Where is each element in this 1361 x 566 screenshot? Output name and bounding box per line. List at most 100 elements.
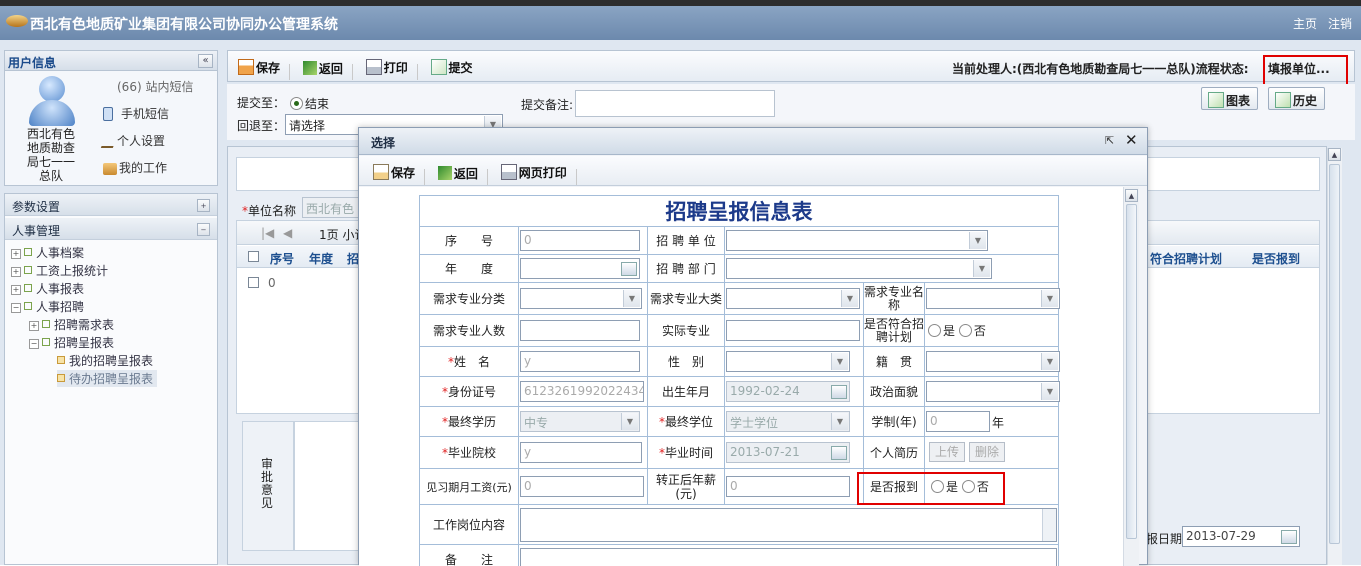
calendar-icon — [1281, 530, 1297, 544]
user-panel: 用户信息 « 西北有色地质勘查局七一一总队 (66) 站内短信 手机短信 个人设… — [4, 50, 218, 186]
tree-hr-reports[interactable]: + 人事报表 — [11, 280, 84, 297]
education-select[interactable]: 中专 ▼ — [520, 411, 640, 432]
fit-plan-no-radio[interactable]: 否 — [958, 324, 986, 338]
save-button[interactable]: 保存 — [238, 58, 280, 76]
calendar-icon — [831, 446, 847, 460]
recruit-dept-select[interactable]: ▼ — [726, 258, 992, 279]
sms-count-link[interactable]: (66) 站内短信 — [117, 78, 193, 95]
upload-button[interactable]: 上传 — [929, 442, 965, 462]
major-category-select[interactable]: ▼ — [520, 288, 642, 309]
name-input[interactable]: y — [520, 351, 640, 372]
node-icon — [42, 320, 50, 328]
history-button[interactable]: 历史 — [1268, 87, 1325, 110]
unit-name-input[interactable]: 西北有色 — [302, 197, 362, 218]
leaf-icon — [57, 356, 65, 364]
popout-icon[interactable]: ⇱ — [1105, 134, 1114, 147]
tree-recruit-demand[interactable]: + 招聘需求表 — [29, 316, 114, 333]
save-icon — [373, 164, 389, 180]
form-title: 招聘呈报信息表 — [419, 195, 1059, 227]
node-icon — [42, 338, 50, 346]
print-button[interactable]: 打印 — [365, 58, 408, 76]
actual-major-input[interactable] — [726, 320, 860, 341]
chart-icon — [1208, 92, 1224, 108]
prev-page-icon[interactable]: ◀ — [283, 226, 292, 240]
regular-wage-input[interactable]: 0 — [726, 476, 850, 497]
app-header: 西北有色地质矿业集团有限公司协同办公管理系统 主页 注销 — [0, 6, 1361, 40]
dialog-title: 选择 — [371, 136, 396, 150]
back-button[interactable]: 返回 — [302, 59, 343, 77]
scroll-up-icon[interactable]: ▲ — [1328, 148, 1341, 161]
history-icon — [1275, 92, 1291, 108]
chevron-down-icon: ▼ — [621, 413, 638, 430]
year-input[interactable] — [520, 258, 640, 279]
id-number-input[interactable]: 612326199202243425 — [520, 381, 644, 402]
user-work-icon — [103, 163, 117, 175]
dialog-scrollbar[interactable]: ▲ — [1123, 187, 1139, 566]
recruit-unit-select[interactable]: ▼ — [726, 230, 988, 251]
hr-section-header[interactable]: 人事管理 − — [5, 218, 217, 240]
delete-button[interactable]: 删除 — [969, 442, 1005, 462]
report-date-input[interactable]: 2013-07-29 — [1182, 526, 1300, 547]
tree-hr-archive[interactable]: + 人事档案 — [11, 244, 84, 261]
graduation-date-input[interactable]: 2013-07-21 — [726, 442, 850, 463]
submit-button[interactable]: 提交 — [430, 58, 473, 76]
seq-input[interactable]: 0 — [520, 230, 640, 251]
first-page-icon[interactable]: |◀ — [261, 226, 274, 240]
personal-settings-link[interactable]: 个人设置 — [100, 132, 165, 149]
tree-todo-recruit-report[interactable]: 待办招聘呈报表 — [57, 370, 158, 387]
major-name-select[interactable]: ▼ — [926, 288, 1060, 309]
scroll-up-icon[interactable]: ▲ — [1125, 189, 1138, 202]
birth-date-input[interactable]: 1992-02-24 — [726, 381, 850, 402]
node-icon — [24, 266, 32, 274]
tree-hr-recruit[interactable]: − 人事招聘 — [11, 298, 84, 315]
reported-highlight — [857, 472, 1005, 505]
submit-note-input[interactable] — [575, 90, 775, 117]
submit-to-end-radio[interactable]: 结束 — [290, 95, 329, 112]
handler-text: 当前处理人:(西北有色地质勘查局七一一总队)流程状态: — [952, 62, 1249, 76]
degree-select[interactable]: 学士学位 ▼ — [726, 411, 850, 432]
chevron-down-icon: ▼ — [831, 413, 848, 430]
need-count-input[interactable] — [520, 320, 640, 341]
chart-button[interactable]: 图表 — [1201, 87, 1258, 110]
dialog-back-button[interactable]: 返回 — [437, 164, 478, 182]
params-section-header[interactable]: 参数设置 + — [5, 194, 217, 216]
job-content-textarea[interactable] — [520, 508, 1057, 542]
logout-link[interactable]: 注销 — [1328, 15, 1352, 32]
dialog-titlebar: 选择 ⇱ ✕ — [359, 128, 1147, 155]
dialog-print-button[interactable]: 网页打印 — [500, 163, 567, 181]
chevron-down-icon: ▼ — [1041, 383, 1058, 400]
row-checkbox[interactable] — [248, 277, 259, 288]
major-group-select[interactable]: ▼ — [726, 288, 860, 309]
status-highlight — [1263, 55, 1348, 86]
collapse-icon[interactable]: « — [198, 54, 213, 68]
my-work-link[interactable]: 我的工作 — [103, 159, 167, 176]
dialog-save-button[interactable]: 保存 — [373, 163, 415, 181]
native-place-select[interactable]: ▼ — [926, 351, 1060, 372]
school-input[interactable]: y — [520, 442, 642, 463]
home-link[interactable]: 主页 — [1293, 15, 1317, 32]
tree-my-recruit-report[interactable]: 我的招聘呈报表 — [57, 352, 153, 369]
dialog-body: 招聘呈报信息表 序 号 0 招 聘 单 位 ▼ 年 度 招 聘 部 门 ▼ 需求… — [359, 187, 1131, 566]
gender-select[interactable]: ▼ — [726, 351, 850, 372]
calendar-icon — [621, 262, 637, 276]
political-status-select[interactable]: ▼ — [926, 381, 1060, 402]
remark-textarea[interactable] — [520, 548, 1057, 566]
intern-wage-input[interactable]: 0 — [520, 476, 644, 497]
chevron-down-icon: ▼ — [969, 232, 986, 249]
collapse-section-icon: − — [197, 223, 210, 236]
leaf-icon — [57, 374, 65, 382]
main-scrollbar[interactable]: ▲ — [1327, 148, 1342, 565]
select-all-checkbox[interactable] — [248, 251, 259, 262]
fit-plan-yes-radio[interactable]: 是 — [928, 324, 955, 338]
chevron-down-icon: ▼ — [1041, 353, 1058, 370]
tree-wage-report[interactable]: + 工资上报统计 — [11, 262, 108, 279]
tree-recruit-report[interactable]: − 招聘呈报表 — [29, 334, 114, 351]
chevron-down-icon: ▼ — [831, 353, 848, 370]
phone-icon — [103, 107, 113, 121]
mobile-sms-link[interactable]: 手机短信 — [103, 105, 169, 122]
nav-panel: 参数设置 + 人事管理 − + 人事档案 + 工资上报统计 + 人事报表 − 人事招聘 … — [4, 193, 218, 565]
study-years-input[interactable]: 0 — [926, 411, 990, 432]
avatar — [27, 76, 77, 128]
calendar-icon — [831, 385, 847, 399]
close-icon[interactable]: ✕ — [1125, 131, 1138, 149]
